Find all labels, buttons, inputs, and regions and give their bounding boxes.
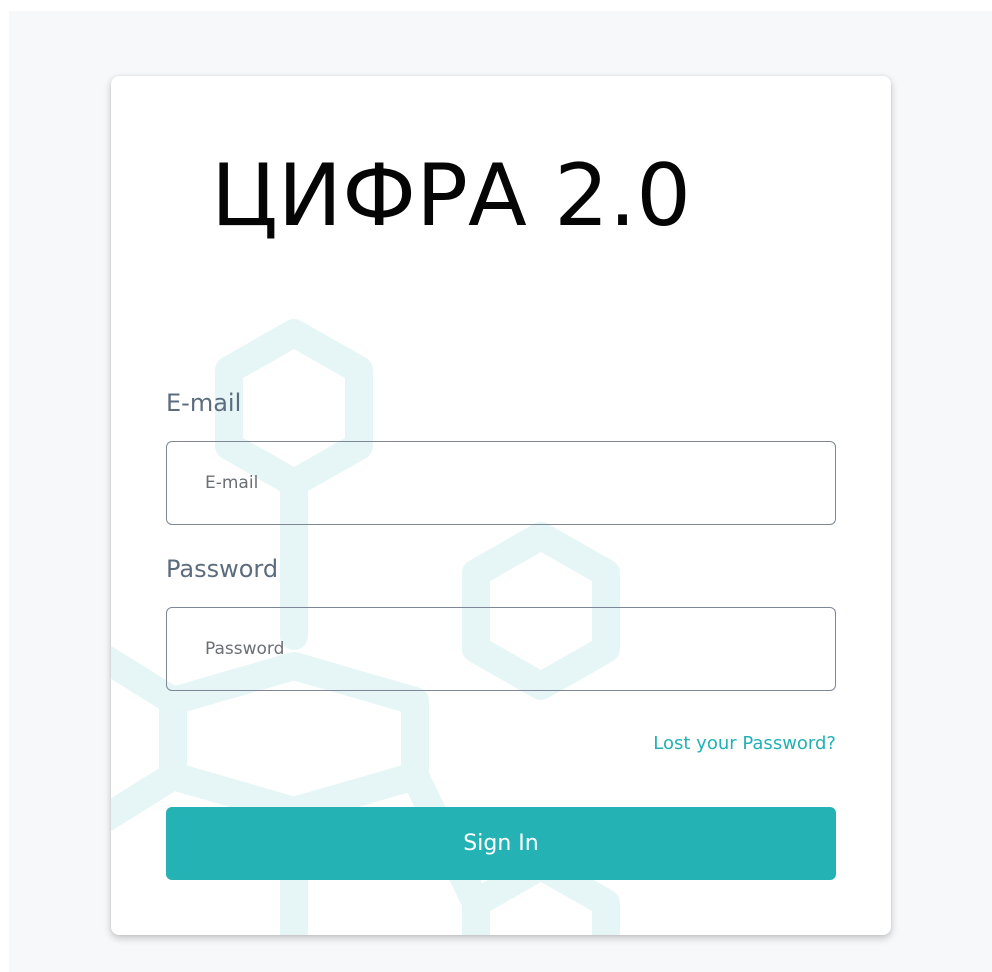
email-label: E-mail <box>166 389 242 417</box>
login-card: ЦИФРА 2.0 E-mail Password Lost your Pass… <box>111 76 891 935</box>
brand-logo: ЦИФРА 2.0 <box>211 146 691 246</box>
password-input[interactable] <box>166 607 836 691</box>
email-input[interactable] <box>166 441 836 525</box>
password-label: Password <box>166 555 279 583</box>
sign-in-button[interactable]: Sign In <box>166 807 836 880</box>
lost-password-link[interactable]: Lost your Password? <box>653 732 836 756</box>
